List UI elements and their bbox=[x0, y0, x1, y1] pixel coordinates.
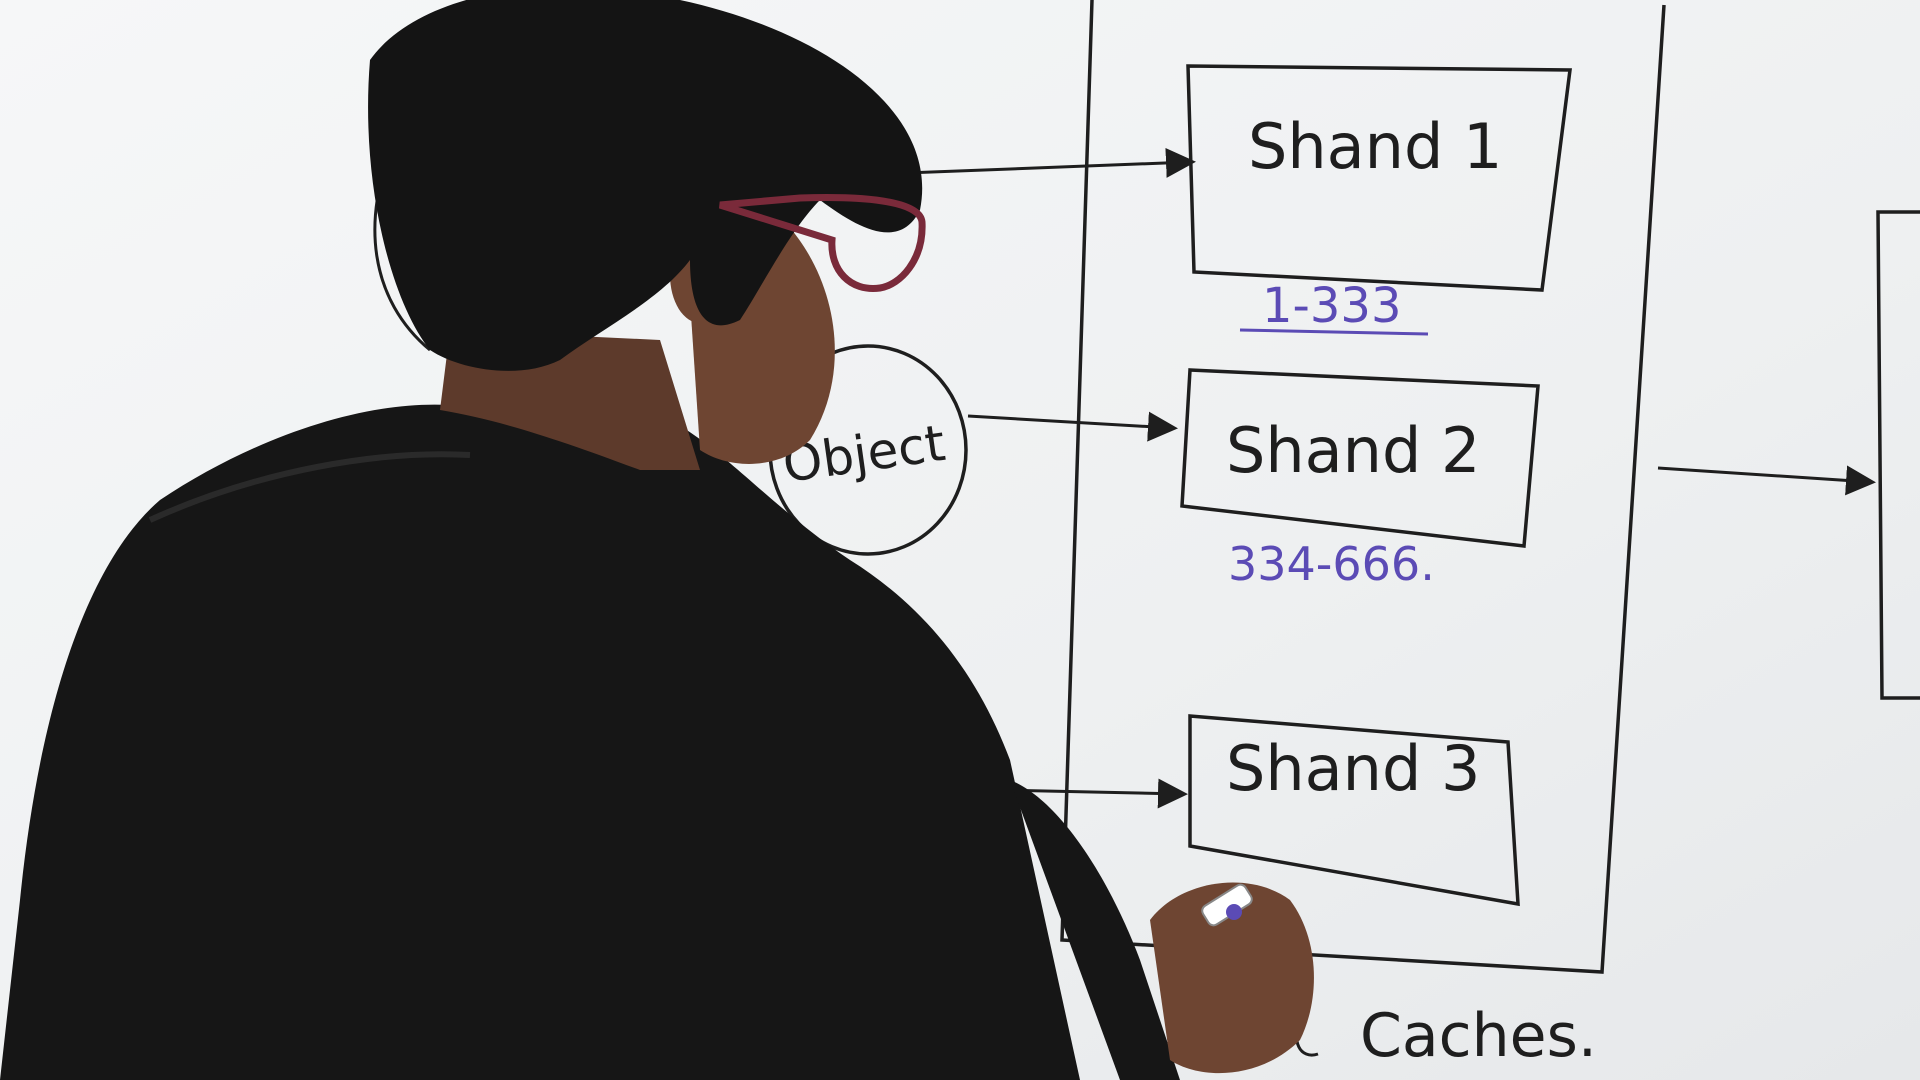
marker-cap bbox=[1226, 904, 1242, 920]
whiteboard-scene: Shand 1 1-333 Shand 2 334-666. Object Sh… bbox=[0, 0, 1920, 1080]
shard-2-range: 334-666. bbox=[1228, 537, 1435, 591]
shard-1-range: 1-333 bbox=[1262, 278, 1401, 334]
shard-2-label: Shand 2 bbox=[1226, 414, 1480, 487]
shard-1-label: Shand 1 bbox=[1248, 110, 1502, 183]
shard-3-label: Shand 3 bbox=[1226, 732, 1480, 805]
caches-caption: Caches. bbox=[1360, 1001, 1597, 1071]
